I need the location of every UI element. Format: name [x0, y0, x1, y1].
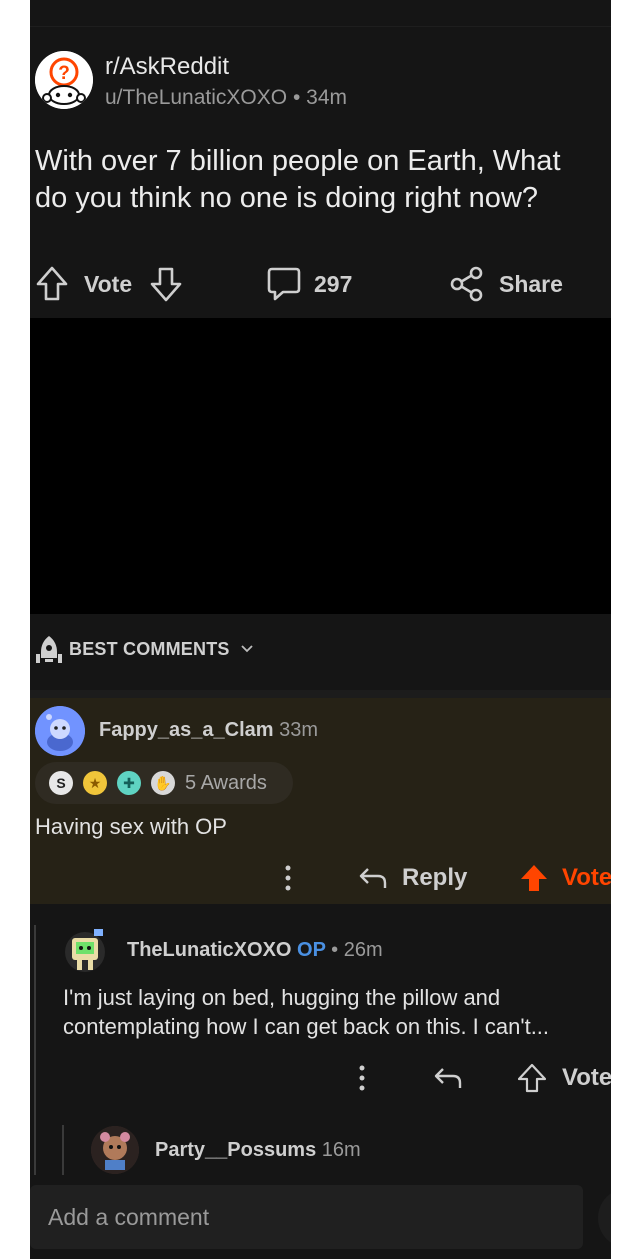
post-age: 34m — [306, 86, 348, 109]
reply-label: Reply — [402, 864, 468, 891]
sort-label: BEST COMMENTS — [69, 638, 230, 659]
share-icon — [450, 266, 483, 302]
comment-author[interactable]: Party__Possums 16m — [155, 1139, 361, 1162]
section-divider — [30, 690, 611, 698]
thread-line[interactable] — [34, 925, 36, 1175]
redacted-image — [30, 318, 611, 614]
more-options-button[interactable] — [280, 860, 296, 896]
comment-age: 33m — [279, 719, 319, 741]
share-button[interactable]: Share — [449, 262, 563, 306]
comment-body-line: I'm just laying on bed, hugging the pill… — [63, 985, 501, 1010]
silver-award-icon: S — [49, 771, 73, 795]
sort-selector[interactable]: BEST COMMENTS — [35, 632, 254, 666]
share-label: Share — [499, 270, 563, 297]
avatar[interactable] — [91, 1126, 139, 1174]
reply-button[interactable]: Reply — [358, 860, 467, 896]
awards-count: 5 Awards — [185, 771, 267, 794]
meta-separator: • — [292, 86, 301, 109]
comment-author-name[interactable]: TheLunaticXOXO — [127, 939, 291, 961]
comment-body: Having sex with OP — [35, 814, 227, 839]
upvote-arrow-icon — [518, 1063, 546, 1093]
upvote-filled-icon — [521, 865, 547, 891]
awards-pill[interactable]: S ★ ✚ ✋ 5 Awards — [35, 762, 293, 804]
upvote-button-active[interactable]: Vote — [520, 860, 611, 896]
reddit-post-screen: ? r/AskReddit u/TheLunaticXOXO • 34m Wit… — [30, 0, 611, 1259]
meta-separator: • — [331, 939, 339, 961]
add-comment-input[interactable]: Add a comment — [30, 1185, 583, 1249]
reply-arrow-icon — [434, 1068, 462, 1088]
gold-star-award-icon: ★ — [83, 771, 107, 795]
subreddit-name[interactable]: r/AskReddit — [105, 53, 229, 81]
upvote-button[interactable]: Vote — [518, 1060, 611, 1096]
comment-body: I'm just laying on bed, hugging the pill… — [63, 983, 549, 1041]
post-author[interactable]: u/TheLunaticXOXO — [105, 86, 287, 109]
vote-label: Vote — [562, 864, 611, 891]
downvote-arrow-icon — [150, 267, 182, 302]
rocket-icon — [36, 636, 62, 663]
more-vertical-icon — [359, 1065, 365, 1091]
vote-label: Vote — [84, 270, 133, 297]
add-comment-placeholder: Add a comment — [48, 1203, 210, 1230]
comments-button[interactable]: 297 — [266, 262, 352, 306]
comment-author-name[interactable]: Party__Possums — [155, 1139, 316, 1161]
reply-arrow-icon — [359, 868, 387, 888]
downvote-button[interactable] — [149, 262, 183, 306]
comment-author[interactable]: Fappy_as_a_Clam 33m — [99, 719, 318, 742]
floating-action-button[interactable] — [598, 1188, 611, 1248]
comment-age: 16m — [321, 1139, 361, 1161]
post-title[interactable]: With over 7 billion people on Earth, Wha… — [35, 143, 611, 217]
comments-count: 297 — [314, 270, 353, 297]
helpful-award-icon: ✚ — [117, 771, 141, 795]
post-meta: u/TheLunaticXOXO • 34m — [105, 86, 347, 110]
upvote-button[interactable] — [35, 262, 69, 306]
comment-author[interactable]: TheLunaticXOXO OP • 26m — [127, 939, 383, 962]
chevron-down-icon — [240, 645, 253, 653]
comment-age: 26m — [343, 939, 383, 961]
more-options-button[interactable] — [354, 1060, 370, 1096]
avatar[interactable] — [35, 706, 85, 756]
op-badge: OP — [297, 939, 326, 961]
comment-bubble-icon — [267, 267, 301, 301]
comment-author-name[interactable]: Fappy_as_a_Clam — [99, 719, 274, 741]
post-title-line: do you think no one is doing right now? — [35, 182, 539, 214]
comment-body-line: contemplating how I can get back on this… — [63, 1014, 550, 1039]
vote-label: Vote — [562, 1064, 611, 1091]
more-vertical-icon — [285, 865, 291, 891]
post-title-line: With over 7 billion people on Earth, Wha… — [35, 145, 561, 177]
subreddit-avatar[interactable]: ? — [35, 51, 93, 109]
thread-line[interactable] — [62, 1125, 64, 1175]
upvote-arrow-icon — [36, 266, 68, 301]
avatar[interactable] — [62, 926, 108, 974]
top-divider — [30, 26, 611, 27]
svg-text:?: ? — [58, 63, 70, 84]
reply-button[interactable] — [433, 1062, 463, 1094]
wholesome-award-icon: ✋ — [151, 771, 175, 795]
